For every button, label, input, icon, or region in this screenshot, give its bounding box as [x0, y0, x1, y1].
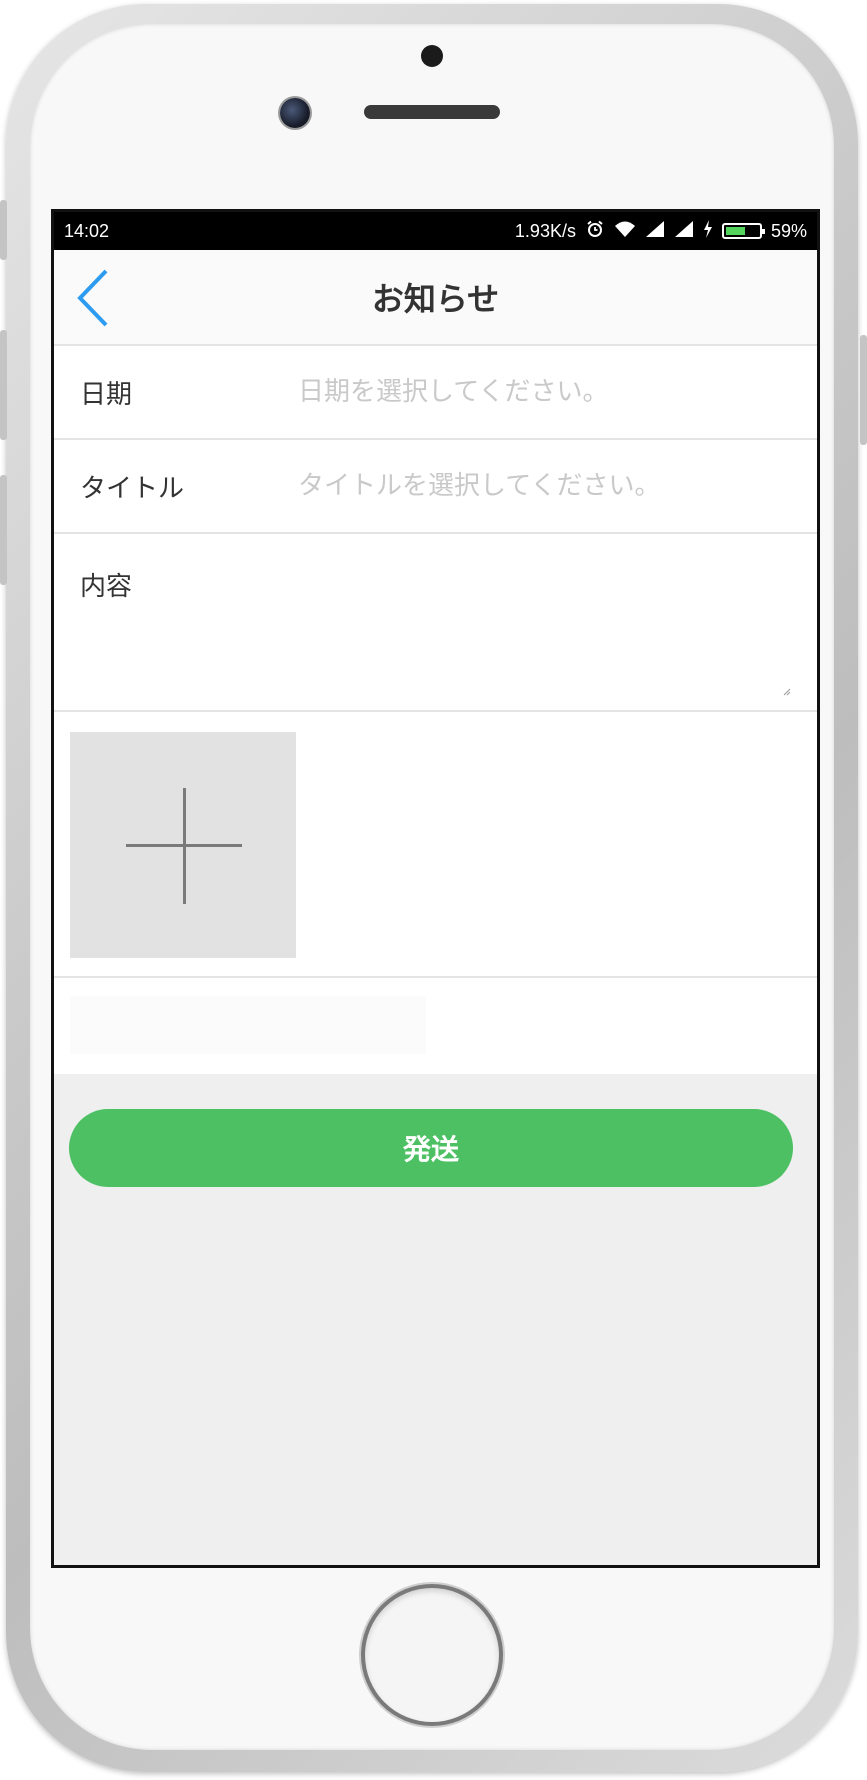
nav-bar: お知らせ: [54, 250, 817, 346]
phone-screen: 14:02 1.93K/s 59% お知らせ 日期 日期を選択してください。 タ…: [51, 209, 820, 1568]
resize-grip-icon[interactable]: [783, 688, 791, 696]
extra-field[interactable]: [70, 996, 426, 1054]
side-button-volume-down: [0, 475, 7, 585]
signal-icon: [645, 220, 665, 243]
charging-icon: [703, 219, 713, 243]
side-button-volume-up: [0, 330, 7, 440]
page-title: お知らせ: [371, 280, 500, 318]
front-camera: [280, 98, 310, 128]
date-row: 日期: [54, 346, 817, 440]
battery-level: [725, 227, 745, 235]
back-button[interactable]: [68, 268, 118, 328]
date-label: 日期: [80, 379, 133, 410]
photo-row: [54, 712, 817, 978]
status-bar: 14:02 1.93K/s 59%: [54, 212, 817, 250]
home-button[interactable]: [365, 1588, 499, 1722]
content-textarea[interactable]: [304, 560, 797, 700]
status-icons: 1.93K/s 59%: [515, 219, 807, 244]
content-row: 内容: [54, 534, 817, 712]
title-input[interactable]: [296, 470, 817, 502]
date-input[interactable]: [296, 376, 817, 408]
extra-row: [54, 978, 817, 1074]
send-button[interactable]: 発送: [69, 1109, 793, 1187]
add-photo-button[interactable]: [70, 732, 296, 958]
battery-icon: [721, 223, 765, 239]
signal-icon: [674, 220, 694, 243]
chevron-left-icon: [77, 269, 108, 327]
title-row: タイトル: [54, 440, 817, 534]
title-label: タイトル: [80, 473, 185, 504]
battery-percent: 59%: [770, 220, 807, 241]
side-button-mute: [0, 200, 7, 260]
alarm-icon: [585, 219, 605, 244]
side-button-power: [860, 335, 867, 445]
earpiece-speaker: [364, 105, 500, 119]
network-speed: 1.93K/s: [514, 220, 576, 241]
content-label: 内容: [80, 572, 133, 602]
proximity-sensor: [421, 45, 443, 67]
wifi-icon: [614, 220, 636, 243]
status-time: 14:02: [64, 220, 110, 241]
